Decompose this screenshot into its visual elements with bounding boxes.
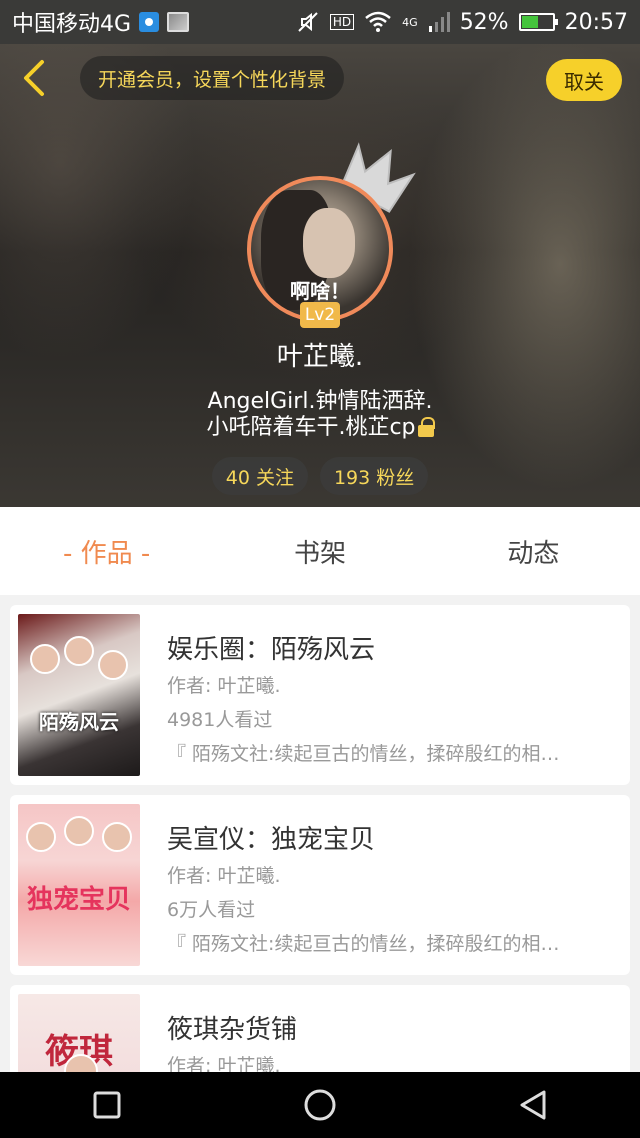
work-author: 作者: 叶芷曦. <box>167 675 281 697</box>
location-icon <box>139 12 160 32</box>
book-cover: 独宠宝贝 <box>18 804 140 966</box>
works-list: 陌殇风云 娱乐圈：陌殇风云 作者: 叶芷曦. 4981人看过 『 陌殇文社:续起… <box>0 595 640 1072</box>
bio-line-2: 小吒陪着车干.桃芷cp <box>206 415 416 440</box>
cover-title: 陌殇风云 <box>39 710 119 734</box>
work-card[interactable]: 独宠宝贝 吴宣仪：独宠宝贝 作者: 叶芷曦. 6万人看过 『 陌殇文社:续起亘古… <box>10 795 630 975</box>
work-author: 作者: 叶芷曦. <box>167 865 281 887</box>
level-badge: Lv2 <box>300 302 340 328</box>
book-cover: 筱琪 <box>18 994 140 1072</box>
signal-icon <box>428 11 450 33</box>
hd-badge: HD <box>329 14 355 30</box>
username: 叶芷曦. <box>276 342 364 372</box>
work-description: 『 陌殇文社:续起亘古的情丝，揉碎殷红的相… <box>167 933 560 955</box>
work-description: 『 陌殇文社:续起亘古的情丝，揉碎殷红的相… <box>167 743 560 765</box>
tab-bookshelf[interactable]: 书架 <box>213 507 426 595</box>
work-views: 6万人看过 <box>167 899 256 921</box>
triangle-back-icon <box>520 1090 546 1120</box>
network-badge: 4G <box>402 15 418 29</box>
following-count[interactable]: 40 关注 <box>211 457 308 495</box>
tab-bar: - 作品 - 书架 动态 <box>0 507 640 595</box>
carrier-label: 中国移动4G <box>12 12 132 37</box>
work-title: 吴宣仪：独宠宝贝 <box>167 825 376 855</box>
back-nav-button[interactable] <box>500 1072 566 1138</box>
work-card[interactable]: 陌殇风云 娱乐圈：陌殇风云 作者: 叶芷曦. 4981人看过 『 陌殇文社:续起… <box>10 605 630 785</box>
wifi-icon <box>364 11 392 33</box>
tab-works[interactable]: - 作品 - <box>0 507 213 595</box>
battery-icon <box>518 13 558 31</box>
work-title: 娱乐圈：陌殇风云 <box>167 635 376 665</box>
battery-percent: 52% <box>459 9 509 35</box>
work-title: 筱琪杂货铺 <box>167 1015 298 1045</box>
lock-icon <box>417 417 435 437</box>
square-icon <box>93 1091 121 1119</box>
image-icon <box>167 12 190 32</box>
chevron-left-icon <box>24 60 44 96</box>
profile-header: 开通会员，设置个性化背景 取关 啊啥！ Lv2 叶芷曦. AngelGirl.钟… <box>0 44 640 507</box>
bio: AngelGirl.钟情陆洒辞. 小吒陪着车干.桃芷cp <box>0 389 640 441</box>
vip-background-prompt[interactable]: 开通会员，设置个性化背景 <box>80 56 345 100</box>
recent-apps-button[interactable] <box>74 1072 140 1138</box>
bio-line-1: AngelGirl.钟情陆洒辞. <box>207 389 433 414</box>
clock: 20:57 <box>564 9 628 35</box>
work-author: 作者: 叶芷曦. <box>167 1055 281 1072</box>
unfollow-button[interactable]: 取关 <box>546 59 622 101</box>
circle-icon <box>304 1089 336 1121</box>
book-cover: 陌殇风云 <box>18 614 140 776</box>
cover-title: 独宠宝贝 <box>26 885 131 915</box>
avatar-caption: 啊啥！ <box>290 279 350 303</box>
tab-activity[interactable]: 动态 <box>427 507 640 595</box>
work-card[interactable]: 筱琪 筱琪杂货铺 作者: 叶芷曦. <box>10 985 630 1072</box>
back-button[interactable] <box>14 56 58 100</box>
followers-count[interactable]: 193 粉丝 <box>319 457 429 495</box>
avatar[interactable]: 啊啥！ <box>247 176 393 322</box>
status-bar: 中国移动4G HD 4G 52% 20:57 <box>0 0 640 44</box>
work-views: 4981人看过 <box>167 709 273 731</box>
mute-icon <box>296 10 320 34</box>
stats-row: 40 关注 193 粉丝 <box>0 457 640 495</box>
navigation-bar <box>0 1072 640 1138</box>
avatar-container: 啊啥！ Lv2 <box>247 142 416 328</box>
home-button[interactable] <box>287 1072 353 1138</box>
